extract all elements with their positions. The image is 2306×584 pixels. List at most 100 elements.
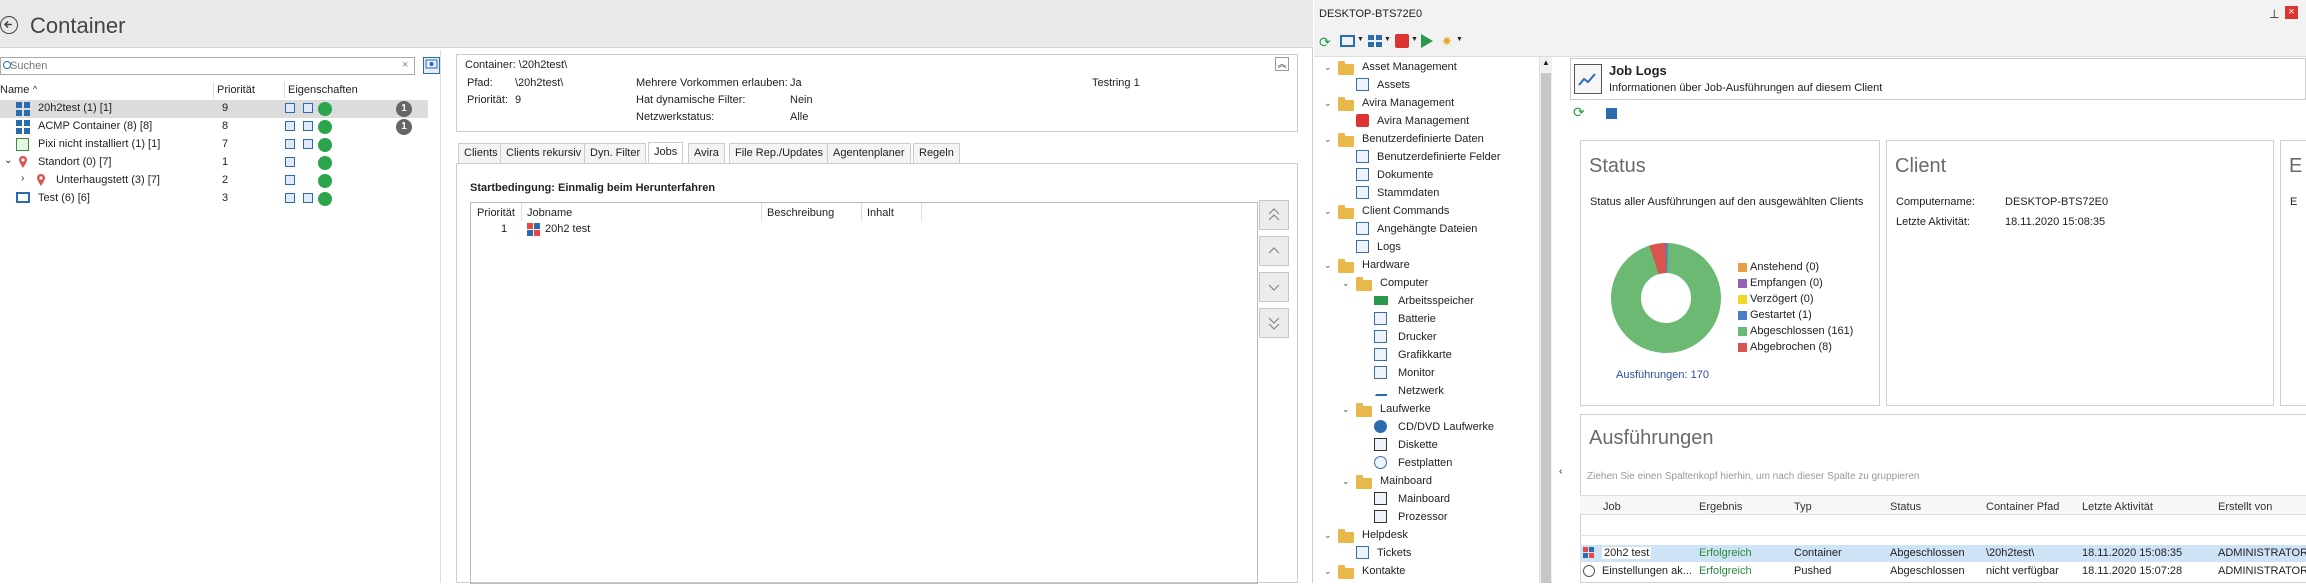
nav-drives[interactable]: Laufwerke [1380, 403, 1431, 415]
col-properties[interactable]: Eigenschaften [288, 84, 358, 98]
stop-icon[interactable] [1606, 108, 1617, 119]
nav-asset-management[interactable]: Asset Management [1362, 61, 1457, 73]
wizard-icon[interactable]: ✷ [1441, 33, 1453, 50]
col-container-path[interactable]: Container Pfad [1986, 501, 2059, 513]
nav-graphics[interactable]: Grafikkarte [1398, 349, 1452, 361]
tab-rules[interactable]: Regeln [913, 143, 960, 163]
collapse-icon[interactable]: ⌄ [1324, 206, 1332, 217]
tree-row[interactable]: 20h2test (1) [1] 9 1 [0, 100, 428, 118]
blocked-icon[interactable] [1395, 34, 1409, 48]
collapse-icon[interactable]: ⌄ [1342, 278, 1350, 289]
collapse-icon[interactable]: ⌄ [1324, 98, 1332, 109]
tab-file-rep[interactable]: File Rep./Updates [729, 143, 829, 163]
refresh-icon[interactable]: ⟳ [1573, 104, 1585, 121]
search-options-icon[interactable] [423, 57, 440, 74]
search-input[interactable] [10, 59, 390, 73]
tab-agent-planner[interactable]: Agentenplaner [827, 143, 911, 163]
grid-view-icon[interactable] [1368, 35, 1382, 47]
search-field[interactable]: × [0, 57, 415, 75]
nav-avira-item[interactable]: Avira Management [1377, 115, 1469, 127]
tree-scrollbar[interactable]: ▲ [1539, 57, 1552, 583]
nav-network[interactable]: Netzwerk [1398, 385, 1444, 397]
table-row[interactable]: Einstellungen ak... Erfolgreich Pushed A… [1580, 563, 2306, 580]
nav-cd-drives[interactable]: CD/DVD Laufwerke [1398, 421, 1494, 433]
col-name[interactable]: Name [0, 84, 29, 98]
dropdown-arrow-icon[interactable]: ▼ [1357, 36, 1364, 43]
scroll-up-icon[interactable]: ▲ [1542, 58, 1550, 67]
nav-custom-data[interactable]: Benutzerdefinierte Daten [1362, 133, 1484, 145]
col-type[interactable]: Typ [1794, 501, 1812, 513]
collapse-icon[interactable]: ⌄ [1324, 134, 1332, 145]
pin-icon[interactable]: ⊥ [2269, 7, 2279, 21]
clear-icon[interactable]: × [402, 59, 408, 71]
tab-dyn-filter[interactable]: Dyn. Filter [584, 143, 646, 163]
nav-attached-files[interactable]: Angehängte Dateien [1377, 223, 1477, 235]
tree-row[interactable]: ACMP Container (8) [8] 8 1 [0, 118, 428, 136]
col-job-name[interactable]: Jobname [527, 207, 572, 219]
move-top-button[interactable] [1259, 200, 1289, 230]
collapse-icon[interactable]: ⌄ [1342, 404, 1350, 415]
collapse-icon[interactable]: ⌄ [1324, 566, 1332, 577]
tree-row[interactable]: Pixi nicht installiert (1) [1] 7 [0, 136, 428, 154]
tab-clients-recursive[interactable]: Clients rekursiv [500, 143, 587, 163]
nav-monitor[interactable]: Monitor [1398, 367, 1435, 379]
col-job[interactable]: Job [1603, 501, 1621, 513]
tree-row[interactable]: › Unterhaugstett (3) [7] 2 [0, 172, 428, 190]
expand-arrow-icon[interactable]: › [21, 173, 24, 184]
tree-row[interactable]: Test (6) [6] 3 [0, 190, 428, 208]
collapse-icon[interactable]: ⌄ [1324, 260, 1332, 271]
panel-splitter[interactable] [440, 50, 441, 583]
dropdown-arrow-icon[interactable]: ▼ [1384, 36, 1391, 43]
table-row[interactable]: 20h2 test Erfolgreich Container Abgeschl… [1580, 545, 2306, 562]
nav-processor[interactable]: Prozessor [1398, 511, 1448, 523]
nav-memory[interactable]: Arbeitsspeicher [1398, 295, 1474, 307]
collapse-icon[interactable]: ⌄ [1324, 530, 1332, 541]
col-result[interactable]: Ergebnis [1699, 501, 1742, 513]
refresh-icon[interactable]: ⟳ [1319, 34, 1331, 51]
nav-printer[interactable]: Drucker [1398, 331, 1437, 343]
collapse-arrow-icon[interactable]: ⌄ [4, 155, 12, 166]
nav-mainboard[interactable]: Mainboard [1398, 493, 1450, 505]
col-created-by[interactable]: Erstellt von [2218, 501, 2272, 513]
col-priority[interactable]: Priorität [217, 84, 255, 98]
col-status[interactable]: Status [1890, 501, 1921, 513]
play-icon[interactable] [1421, 34, 1433, 48]
nav-documents[interactable]: Dokumente [1377, 169, 1433, 181]
nav-hardware[interactable]: Hardware [1362, 259, 1410, 271]
col-last-activity[interactable]: Letzte Aktivität [2082, 501, 2153, 513]
filter-row[interactable] [1580, 517, 2306, 536]
tab-clients[interactable]: Clients [458, 143, 504, 163]
move-bottom-button[interactable] [1259, 308, 1289, 338]
move-up-button[interactable] [1259, 236, 1289, 266]
nav-computer[interactable]: Computer [1380, 277, 1428, 289]
nav-mainboard-group[interactable]: Mainboard [1380, 475, 1432, 487]
dropdown-arrow-icon[interactable]: ▼ [1411, 36, 1418, 43]
col-job-priority[interactable]: Priorität [477, 207, 515, 219]
table-row[interactable]: 1 20h2 test [471, 221, 1257, 238]
nav-custom-fields[interactable]: Benutzerdefinierte Felder [1377, 151, 1501, 163]
nav-client-commands[interactable]: Client Commands [1362, 205, 1449, 217]
col-job-content[interactable]: Inhalt [867, 207, 894, 219]
collapse-details-icon[interactable]: ︽ [1275, 57, 1289, 71]
nav-avira-management[interactable]: Avira Management [1362, 97, 1454, 109]
nav-battery[interactable]: Batterie [1398, 313, 1436, 325]
move-down-button[interactable] [1259, 272, 1289, 302]
tab-avira[interactable]: Avira [688, 143, 725, 163]
nav-master-data[interactable]: Stammdaten [1377, 187, 1439, 199]
left-scroll-arrow-icon[interactable]: ‹ [1559, 466, 1562, 477]
nav-assets[interactable]: Assets [1377, 79, 1410, 91]
nav-tickets[interactable]: Tickets [1377, 547, 1411, 559]
nav-helpdesk[interactable]: Helpdesk [1362, 529, 1408, 541]
col-job-description[interactable]: Beschreibung [767, 207, 834, 219]
nav-contacts[interactable]: Kontakte [1362, 565, 1405, 577]
tab-jobs[interactable]: Jobs [648, 142, 683, 163]
collapse-icon[interactable]: ⌄ [1342, 476, 1350, 487]
tree-row[interactable]: ⌄ Standort (0) [7] 1 [0, 154, 428, 172]
dropdown-arrow-icon[interactable]: ▼ [1456, 36, 1463, 43]
back-icon[interactable] [0, 16, 18, 34]
nav-logs[interactable]: Logs [1377, 241, 1401, 253]
close-icon[interactable]: × [2285, 6, 2298, 19]
scroll-thumb[interactable] [1541, 73, 1551, 583]
computer-menu-icon[interactable] [1340, 35, 1355, 47]
collapse-icon[interactable]: ⌄ [1324, 62, 1332, 73]
